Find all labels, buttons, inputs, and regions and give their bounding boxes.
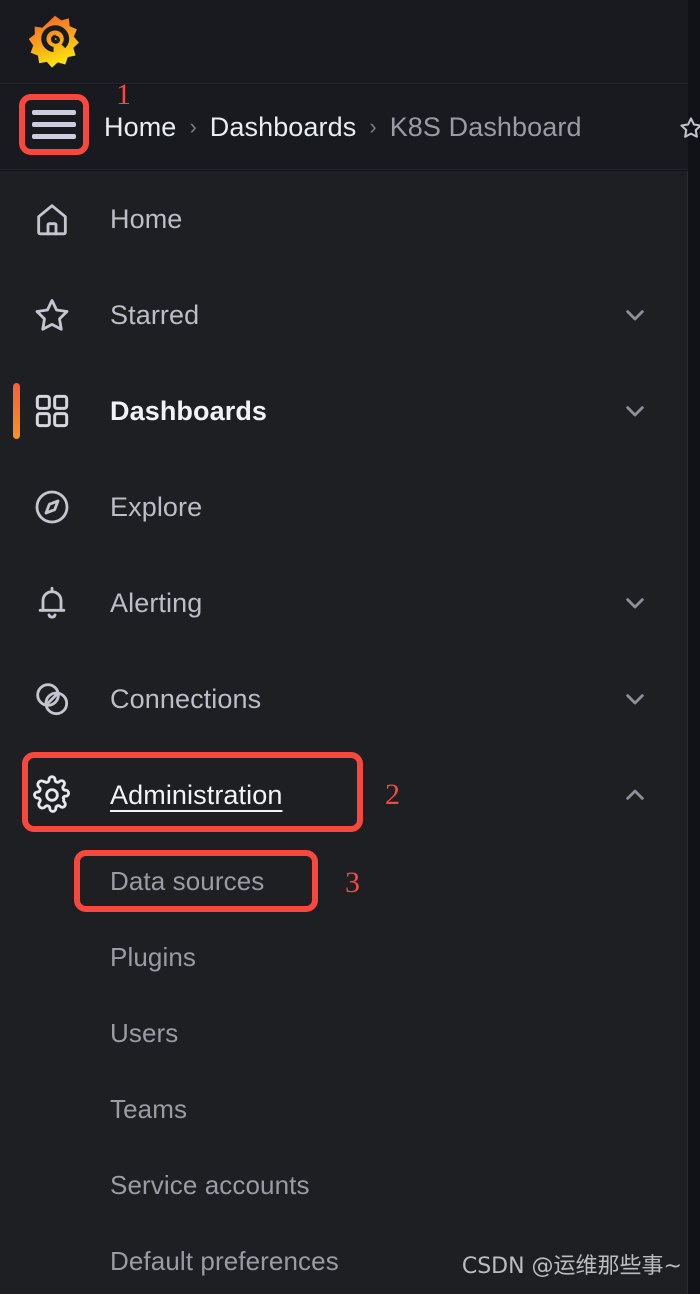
star-icon[interactable] xyxy=(678,85,700,170)
breadcrumb-item-dashboards[interactable]: Dashboards xyxy=(210,112,357,143)
hamburger-menu-icon xyxy=(32,109,76,139)
grafana-app-window: Home › Dashboards › K8S Dashboard Home S… xyxy=(0,0,700,1294)
nav-subitem-label: Default preferences xyxy=(110,1245,339,1276)
nav-subitem-plugins[interactable]: Plugins xyxy=(0,919,687,995)
top-logo-bar xyxy=(0,0,688,84)
annotation-number-2: 2 xyxy=(385,778,400,811)
nav-item-dashboards[interactable]: Dashboards xyxy=(0,363,687,459)
nav-item-administration[interactable]: Administration xyxy=(0,747,687,843)
nav-item-starred[interactable]: Starred xyxy=(0,267,687,363)
nav-subitem-teams[interactable]: Teams xyxy=(0,1071,687,1147)
chevron-down-icon[interactable] xyxy=(619,299,651,331)
nav-subitem-label: Teams xyxy=(110,1093,188,1124)
chevron-down-icon[interactable] xyxy=(619,683,651,715)
breadcrumb-item-k8s-dashboard[interactable]: K8S Dashboard xyxy=(390,112,582,143)
active-indicator xyxy=(13,383,20,439)
nav-subitem-label: Users xyxy=(110,1017,179,1048)
nav-subitem-users[interactable]: Users xyxy=(0,995,687,1071)
bell-icon xyxy=(26,577,78,629)
nav-item-label: Starred xyxy=(110,299,200,330)
connections-icon xyxy=(26,673,78,725)
nav-item-connections[interactable]: Connections xyxy=(0,651,687,747)
nav-item-label: Administration xyxy=(110,779,283,810)
csdn-watermark: CSDN @运维那些事~ xyxy=(461,1254,682,1279)
gear-icon xyxy=(26,769,78,821)
nav-subitem-label: Data sources xyxy=(110,865,265,896)
nav-item-home[interactable]: Home xyxy=(0,171,687,267)
chevron-down-icon[interactable] xyxy=(619,587,651,619)
grafana-logo-icon[interactable] xyxy=(26,12,84,70)
nav-item-label: Dashboards xyxy=(110,395,268,426)
breadcrumb: Home › Dashboards › K8S Dashboard xyxy=(104,85,582,170)
dashboards-grid-icon xyxy=(26,385,78,437)
breadcrumb-separator-icon: › xyxy=(189,113,197,139)
annotation-number-3: 3 xyxy=(345,866,360,899)
nav-item-alerting[interactable]: Alerting xyxy=(0,555,687,651)
nav-item-explore[interactable]: Explore xyxy=(0,459,687,555)
nav-subitem-label: Service accounts xyxy=(110,1169,310,1200)
chevron-up-icon[interactable] xyxy=(619,779,651,811)
nav-subitem-service-accounts[interactable]: Service accounts xyxy=(0,1147,687,1223)
star-icon xyxy=(26,289,78,341)
nav-item-label: Alerting xyxy=(110,587,203,618)
annotation-number-1: 1 xyxy=(116,78,131,111)
nav-item-label: Explore xyxy=(110,491,203,522)
nav-item-label: Home xyxy=(110,203,183,234)
breadcrumb-separator-icon: › xyxy=(369,113,377,139)
chevron-down-icon[interactable] xyxy=(619,395,651,427)
hamburger-menu-button[interactable] xyxy=(24,96,84,152)
nav-item-label: Connections xyxy=(110,683,262,714)
main-navigation-panel: Home Starred Dashboards Explore Alerting… xyxy=(0,171,688,1294)
breadcrumb-item-home[interactable]: Home xyxy=(104,112,176,143)
compass-icon xyxy=(26,481,78,533)
nav-subitem-data-sources[interactable]: Data sources xyxy=(0,843,687,919)
home-icon xyxy=(26,193,78,245)
nav-subitem-label: Plugins xyxy=(110,941,196,972)
